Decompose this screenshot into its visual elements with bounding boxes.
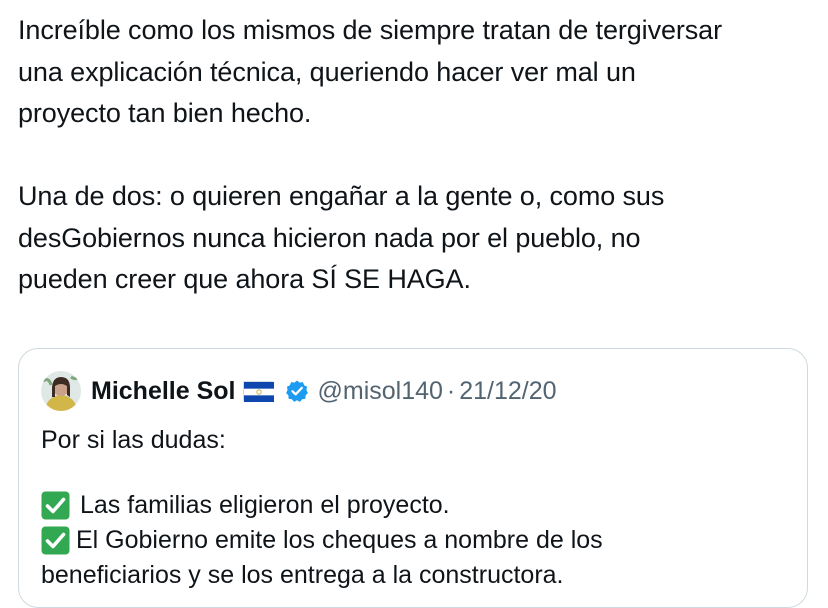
quoted-tweet-header: Michelle Sol @misol140 · 21/12/20 bbox=[41, 371, 557, 411]
quoted-intro: Por si las dudas: bbox=[41, 426, 226, 454]
tweet-text: Increíble como los mismos de siempre tra… bbox=[18, 10, 818, 301]
quoted-tweet-text: Por si las dudas: Las familias eligieron… bbox=[41, 423, 801, 593]
tweet-text-line: una explicación técnica, queriendo hacer… bbox=[18, 56, 636, 87]
post-date[interactable]: 21/12/20 bbox=[459, 377, 556, 406]
tweet-text-line: pueden creer que ahora SÍ SE HAGA. bbox=[18, 264, 471, 294]
user-handle[interactable]: @misol140 bbox=[317, 377, 442, 406]
display-name[interactable]: Michelle Sol bbox=[91, 377, 235, 406]
tweet-text-line: Increíble como los mismos de siempre tra… bbox=[18, 15, 722, 45]
list-item: Las familias eligieron el proyecto. bbox=[41, 488, 801, 523]
separator-dot: · bbox=[446, 376, 456, 405]
tweet-text-line: desGobiernos nunca hicieron nada por el … bbox=[18, 222, 641, 253]
tweet-text-line: proyecto tan bien hecho. bbox=[18, 98, 312, 128]
check-mark-button-icon bbox=[41, 526, 70, 555]
verified-badge-icon bbox=[285, 379, 309, 403]
el-salvador-flag-icon bbox=[243, 381, 275, 402]
list-item-text-continuation: beneficiarios y se los entrega a la cons… bbox=[41, 561, 564, 589]
tweet-text-line: Una de dos: o quieren engañar a la gente… bbox=[18, 181, 665, 211]
tweet-main: Increíble como los mismos de siempre tra… bbox=[18, 10, 818, 301]
quoted-tweet-card[interactable]: Michelle Sol @misol140 · 21/12/20 Por si… bbox=[18, 348, 808, 608]
list-item: El Gobierno emite los cheques a nombre d… bbox=[41, 523, 801, 558]
check-mark-button-icon bbox=[41, 491, 70, 520]
list-item-text: Las familias eligieron el proyecto. bbox=[80, 491, 450, 519]
list-item-text: El Gobierno emite los cheques a nombre d… bbox=[76, 526, 603, 554]
avatar[interactable] bbox=[41, 371, 81, 411]
